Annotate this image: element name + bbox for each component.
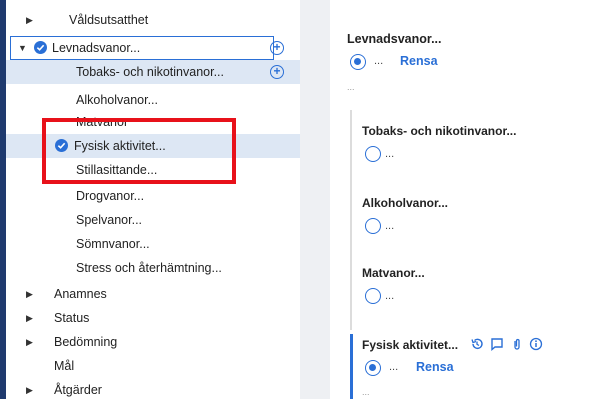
tree-item-status[interactable]: ▶ Status — [6, 306, 300, 330]
tree-item-levnadsvanor[interactable]: ▼ Levnadsvanor... + — [6, 36, 300, 60]
radio-option[interactable] — [365, 218, 381, 234]
radio-selected[interactable] — [350, 54, 366, 70]
tree-item-label: Levnadsvanor... — [52, 41, 141, 55]
tree-item-drogvanor[interactable]: Drogvanor... — [6, 184, 300, 208]
section-title: Fysisk aktivitet... — [362, 338, 459, 352]
note-text: ... — [362, 387, 370, 397]
tree-item-label: Spelvanor... — [76, 213, 143, 227]
tree-item-label: Mål — [54, 359, 75, 373]
check-circle-icon — [34, 41, 47, 54]
tree-item-label: Alkoholvanor... — [76, 93, 158, 107]
radio-label: ... — [385, 290, 395, 302]
radio-label: ... — [385, 148, 395, 160]
tree-item-bedomning[interactable]: ▶ Bedömning — [6, 330, 300, 354]
note-text: ... — [347, 82, 355, 92]
add-circle-icon[interactable]: + — [270, 65, 284, 79]
radio-label: ... — [385, 220, 395, 232]
info-icon[interactable] — [529, 337, 543, 351]
comment-icon[interactable] — [490, 337, 504, 351]
tree-item-label: Anamnes — [54, 287, 107, 301]
tree-item-stress[interactable]: Stress och återhämtning... — [6, 256, 300, 280]
tree-item-label: Sömnvanor... — [76, 237, 150, 251]
radio-label: ... — [374, 55, 384, 67]
tree-item-label: Status — [54, 311, 90, 325]
highlight-annotation-box — [42, 118, 236, 184]
clear-button[interactable]: Rensa — [400, 54, 438, 68]
section-title: Alkoholvanor... — [362, 196, 449, 210]
tree-item-somnvanor[interactable]: Sömnvanor... — [6, 232, 300, 256]
tree-item-valdsutsatthet[interactable]: ▶ Våldsutsatthet — [6, 8, 300, 32]
caret-right-icon[interactable]: ▶ — [26, 289, 33, 300]
tree-item-tobak[interactable]: Tobaks- och nikotinvanor... + — [6, 60, 300, 84]
add-circle-icon[interactable]: + — [270, 41, 284, 55]
section-title: Tobaks- och nikotinvanor... — [362, 124, 517, 138]
radio-option[interactable] — [365, 288, 381, 304]
tree-item-label: Bedömning — [54, 335, 118, 349]
section-divider-line — [350, 110, 352, 330]
tree-item-mal[interactable]: Mål — [6, 354, 300, 378]
attachment-icon[interactable] — [510, 337, 524, 351]
caret-down-icon[interactable]: ▼ — [18, 43, 27, 53]
tree-item-label: Stress och återhämtning... — [76, 261, 222, 275]
caret-right-icon[interactable]: ▶ — [26, 337, 33, 348]
caret-right-icon[interactable]: ▶ — [26, 15, 33, 26]
history-icon[interactable] — [470, 337, 484, 351]
tree-item-label: Tobaks- och nikotinvanor... — [76, 65, 224, 79]
tree-item-label: Drogvanor... — [76, 189, 145, 203]
section-title: Matvanor... — [362, 266, 425, 280]
tree-item-spelvanor[interactable]: Spelvanor... — [6, 208, 300, 232]
radio-selected[interactable] — [365, 360, 381, 376]
form-panel: Levnadsvanor... ... Rensa ... Tobaks- oc… — [330, 0, 595, 399]
tree-item-label: Åtgärder — [54, 383, 102, 397]
panel-title: Levnadsvanor... — [347, 32, 442, 46]
navigation-tree: ▶ Våldsutsatthet ▼ Levnadsvanor... + Tob… — [6, 0, 300, 399]
caret-right-icon[interactable]: ▶ — [26, 313, 33, 324]
tree-item-label: Våldsutsatthet — [69, 13, 149, 27]
tree-item-anamnes[interactable]: ▶ Anamnes — [6, 282, 300, 306]
panel-gutter — [300, 0, 330, 399]
tree-item-atgarder[interactable]: ▶ Åtgärder — [6, 378, 300, 399]
active-section-indicator — [350, 334, 353, 399]
radio-option[interactable] — [365, 146, 381, 162]
clear-button[interactable]: Rensa — [416, 360, 454, 374]
caret-right-icon[interactable]: ▶ — [26, 385, 33, 396]
tree-item-alkohol[interactable]: Alkoholvanor... — [6, 88, 300, 112]
radio-label: ... — [389, 361, 399, 373]
